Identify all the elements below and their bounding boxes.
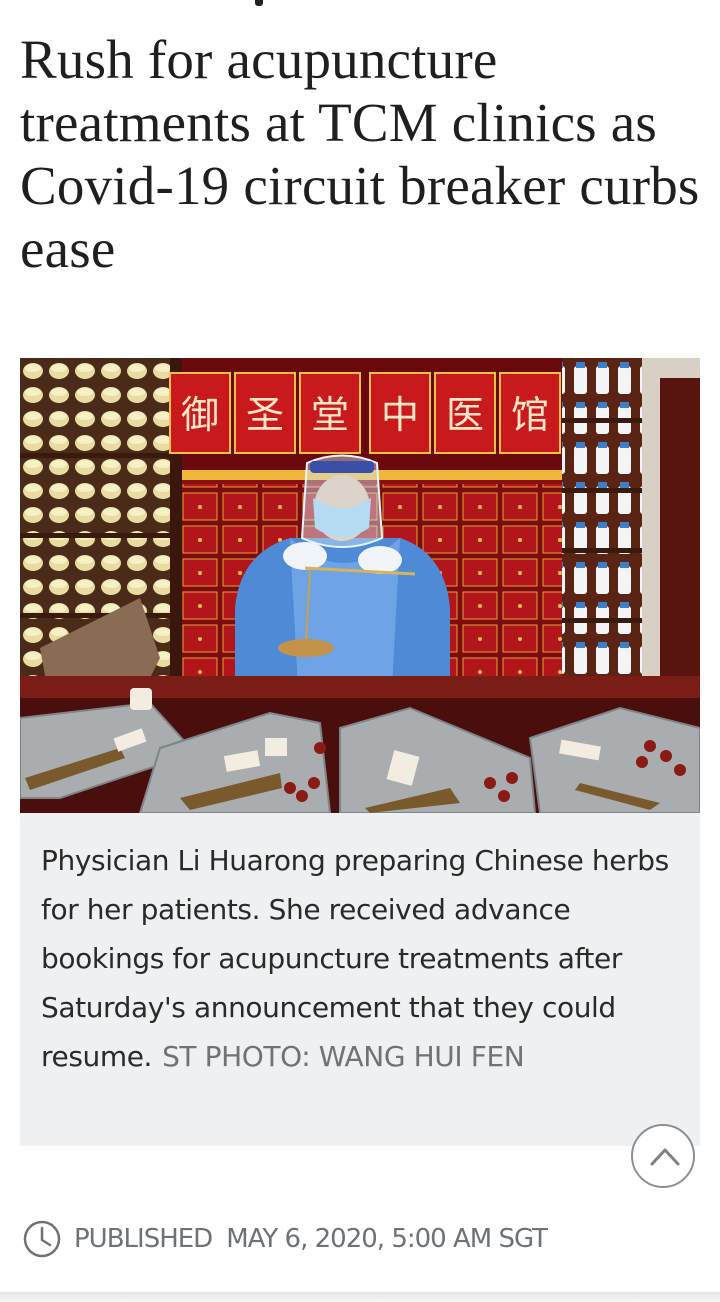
signboard-char: 圣	[246, 393, 284, 437]
photo-credit: ST PHOTO: WANG HUI FEN	[162, 1040, 525, 1073]
top-truncated-text	[255, 0, 263, 6]
published-datetime: MAY 6, 2020, 5:00 AM SGT	[226, 1224, 548, 1254]
published-meta: PUBLISHED MAY 6, 2020, 5:00 AM SGT	[22, 1217, 548, 1261]
chevron-up-icon	[650, 1148, 680, 1166]
photo-caption: Physician Li Huarong preparing Chinese h…	[41, 836, 686, 1081]
signboard-char: 中	[381, 393, 419, 437]
bottom-divider	[0, 1292, 720, 1302]
signboard-char: 医	[446, 393, 484, 437]
signboard-char: 堂	[311, 393, 349, 437]
signboard-char: 御	[181, 393, 219, 437]
published-label: PUBLISHED	[74, 1224, 213, 1254]
article-headline: Rush for acupuncture treatments at TCM c…	[20, 29, 700, 279]
article-figure: 御 圣 堂 中 医 馆 Physician Li Huarong prepari…	[20, 358, 700, 1146]
article-photo[interactable]: 御 圣 堂 中 医 馆	[20, 358, 700, 813]
signboard-char: 馆	[511, 393, 549, 437]
scroll-to-top-button[interactable]	[631, 1124, 695, 1188]
clock-icon	[23, 1220, 61, 1258]
caption-text: Physician Li Huarong preparing Chinese h…	[41, 844, 669, 1073]
